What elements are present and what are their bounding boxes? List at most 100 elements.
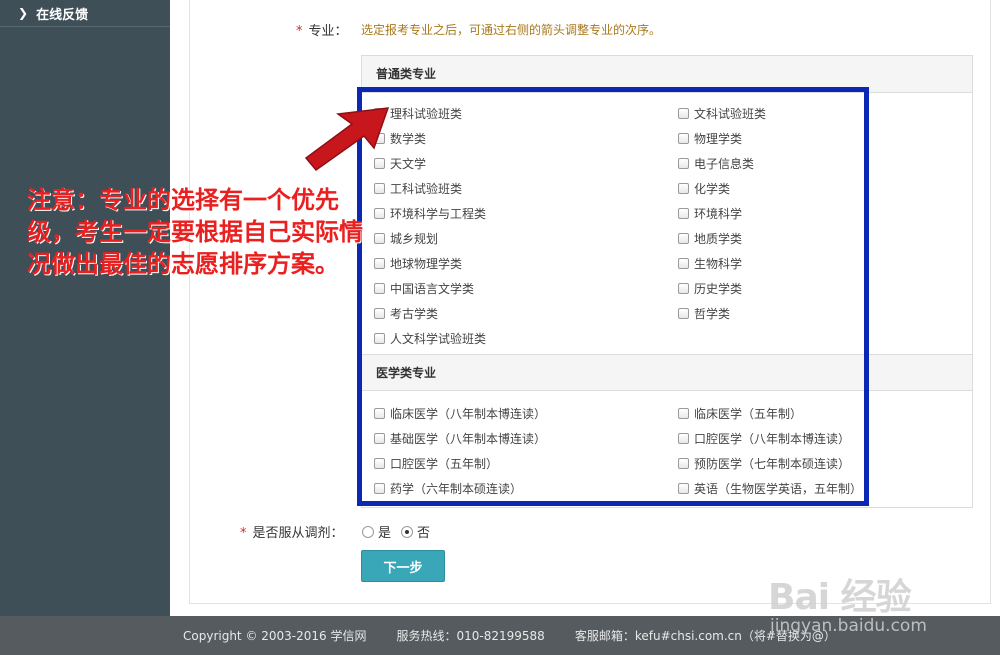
major-option[interactable]: 环境科学 — [678, 205, 742, 222]
major-option[interactable]: 电子信息类 — [678, 155, 754, 172]
watermark-brand: Bai 经验 — [768, 577, 912, 618]
checkbox[interactable] — [374, 308, 385, 319]
option-label: 天文学 — [390, 157, 427, 171]
checkbox[interactable] — [374, 433, 385, 444]
sidebar-item-feedback[interactable]: ❯ 在线反馈 — [0, 0, 170, 27]
option-label: 电子信息类 — [694, 157, 755, 171]
major-option[interactable]: 哲学类 — [678, 305, 730, 322]
adjust-label-text: 是否服从调剂： — [252, 526, 344, 541]
footer-copyright: Copyright © 2003-2016 学信网 — [183, 629, 367, 643]
radio-yes-label[interactable]: 是 — [378, 522, 391, 541]
checkbox[interactable] — [374, 408, 385, 419]
option-label: 英语（生物医学英语，五年制） — [694, 482, 863, 496]
option-label: 口腔医学（五年制） — [390, 457, 499, 471]
option-label: 生物科学 — [694, 257, 743, 271]
major-option[interactable]: 药学（六年制本硕连读） — [374, 480, 522, 497]
checkbox[interactable] — [678, 458, 689, 469]
major-label: * 专业： — [296, 20, 348, 39]
checkbox[interactable] — [374, 483, 385, 494]
major-option[interactable]: 人文科学试验班类 — [374, 330, 486, 347]
major-option[interactable]: 临床医学（八年制本博连读） — [374, 405, 546, 422]
major-option[interactable]: 环境科学与工程类 — [374, 205, 486, 222]
checkbox[interactable] — [678, 208, 689, 219]
checkbox[interactable] — [678, 433, 689, 444]
checkbox[interactable] — [374, 208, 385, 219]
option-label: 地球物理学类 — [390, 257, 463, 271]
major-option[interactable]: 地质学类 — [678, 230, 742, 247]
checkbox[interactable] — [678, 183, 689, 194]
checkbox[interactable] — [678, 158, 689, 169]
option-label: 哲学类 — [694, 307, 731, 321]
checkbox[interactable] — [678, 133, 689, 144]
group-title-medical: 医学类专业 — [362, 354, 972, 391]
major-option[interactable]: 临床医学（五年制） — [678, 405, 802, 422]
red-arrow-icon — [304, 107, 390, 172]
major-option[interactable]: 历史学类 — [678, 280, 742, 297]
option-label: 临床医学（八年制本博连读） — [390, 407, 547, 421]
option-label: 化学类 — [694, 182, 731, 196]
major-option[interactable]: 口腔医学（五年制） — [374, 455, 498, 472]
option-label: 中国语言文学类 — [390, 282, 475, 296]
option-label: 地质学类 — [694, 232, 743, 246]
major-option[interactable]: 文科试验班类 — [678, 105, 766, 122]
major-hint: 选定报考专业之后，可通过右侧的箭头调整专业的次序。 — [361, 23, 662, 37]
major-option[interactable]: 生物科学 — [678, 255, 742, 272]
checkbox[interactable] — [374, 333, 385, 344]
sidebar-item-label: 在线反馈 — [36, 7, 89, 23]
major-option[interactable]: 城乡规划 — [374, 230, 438, 247]
option-label: 预防医学（七年制本硕连读） — [694, 457, 851, 471]
sidebar: ❯ 在线反馈 — [0, 0, 170, 616]
option-label: 文科试验班类 — [694, 107, 767, 121]
required-mark: * — [240, 526, 247, 541]
chevron-right-icon: ❯ — [18, 6, 29, 20]
checkbox[interactable] — [374, 258, 385, 269]
option-label: 工科试验班类 — [390, 182, 463, 196]
major-option[interactable]: 英语（生物医学英语，五年制） — [678, 480, 862, 497]
option-label: 理科试验班类 — [390, 107, 463, 121]
option-label: 物理学类 — [694, 132, 743, 146]
option-label: 考古学类 — [390, 307, 439, 321]
checkbox[interactable] — [678, 308, 689, 319]
baidu-watermark: Bai 经验 jingyan.baidu.com — [768, 548, 968, 648]
radio-no[interactable] — [401, 525, 414, 538]
major-option[interactable]: 口腔医学（八年制本博连读） — [678, 430, 850, 447]
checkbox[interactable] — [678, 408, 689, 419]
checkbox[interactable] — [678, 108, 689, 119]
option-label: 历史学类 — [694, 282, 743, 296]
option-label: 药学（六年制本硕连读） — [390, 482, 523, 496]
major-option[interactable]: 基础医学（八年制本博连读） — [374, 430, 546, 447]
option-label: 环境科学与工程类 — [390, 207, 487, 221]
footer-hotline: 服务热线：010-82199588 — [396, 629, 545, 643]
major-option[interactable]: 中国语言文学类 — [374, 280, 474, 297]
option-label: 数学类 — [390, 132, 427, 146]
required-mark: * — [296, 24, 303, 39]
radio-no-label[interactable]: 否 — [417, 522, 430, 541]
adjust-label: * 是否服从调剂： — [240, 522, 344, 541]
next-step-button[interactable]: 下一步 — [361, 550, 445, 582]
option-label: 临床医学（五年制） — [694, 407, 803, 421]
major-option[interactable]: 地球物理学类 — [374, 255, 462, 272]
option-label: 基础医学（八年制本博连读） — [390, 432, 547, 446]
checkbox[interactable] — [678, 283, 689, 294]
option-label: 人文科学试验班类 — [390, 332, 487, 346]
checkbox[interactable] — [374, 283, 385, 294]
checkbox[interactable] — [678, 258, 689, 269]
major-option[interactable]: 预防医学（七年制本硕连读） — [678, 455, 850, 472]
checkbox[interactable] — [678, 233, 689, 244]
option-label: 城乡规划 — [390, 232, 439, 246]
group-title-general: 普通类专业 — [362, 56, 972, 93]
annotation-note: 注意：专业的选择有一个优先级，考生一定要根据自己实际情况做出最佳的志愿排序方案。 — [27, 186, 363, 278]
major-option[interactable]: 物理学类 — [678, 130, 742, 147]
checkbox[interactable] — [374, 183, 385, 194]
checkbox[interactable] — [374, 458, 385, 469]
radio-yes[interactable] — [362, 525, 374, 538]
option-label: 口腔医学（八年制本博连读） — [694, 432, 851, 446]
watermark-url: jingyan.baidu.com — [770, 616, 927, 636]
checkbox[interactable] — [374, 233, 385, 244]
checkbox[interactable] — [678, 483, 689, 494]
major-option[interactable]: 化学类 — [678, 180, 730, 197]
major-option[interactable]: 考古学类 — [374, 305, 438, 322]
adjust-radio-group: 是 否 — [362, 522, 440, 541]
majors-panel: 普通类专业 医学类专业 理科试验班类 数学类 天文学 工科试验班类 环境科学与工… — [361, 55, 973, 508]
major-option[interactable]: 工科试验班类 — [374, 180, 462, 197]
